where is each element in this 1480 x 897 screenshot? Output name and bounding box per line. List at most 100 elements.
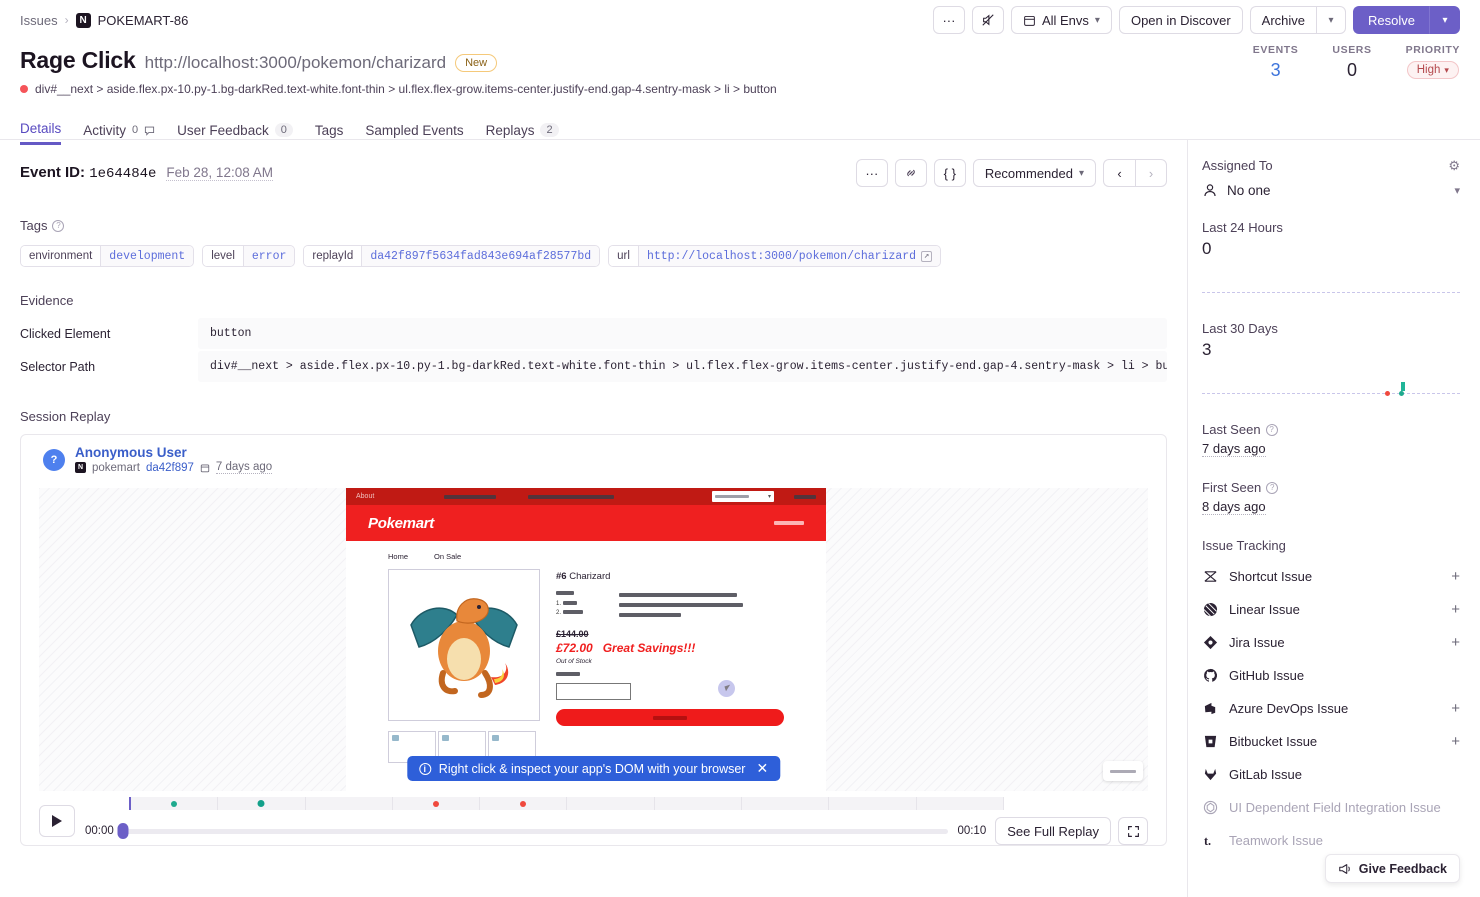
add-icon[interactable]: + [1451, 568, 1460, 585]
next-event-button[interactable]: › [1135, 159, 1167, 187]
stat-value[interactable]: 3 [1253, 60, 1299, 81]
copy-link-button[interactable] [895, 159, 927, 187]
add-icon[interactable]: + [1451, 733, 1460, 750]
tab-replays[interactable]: Replays 2 [486, 115, 559, 145]
assignee-selector[interactable]: No one ▾ [1202, 182, 1460, 198]
issue-tracking-item-bitbucket[interactable]: Bitbucket Issue + [1202, 725, 1460, 758]
see-full-replay-button[interactable]: See Full Replay [995, 817, 1111, 845]
fullscreen-button[interactable] [1118, 817, 1148, 845]
breadcrumb-issue-key[interactable]: POKEMART-86 [98, 13, 189, 28]
json-button[interactable]: { } [934, 159, 966, 187]
issue-tracking-item-shortcut[interactable]: Shortcut Issue + [1202, 560, 1460, 593]
tag-pill[interactable]: environment development [20, 245, 194, 267]
issue-tracking-label: Azure DevOps Issue [1229, 701, 1348, 716]
play-button[interactable] [39, 805, 75, 837]
more-actions-button[interactable]: ··· [933, 6, 965, 34]
project-badge-icon: N [75, 462, 86, 473]
breadcrumb-cell[interactable] [480, 797, 567, 810]
tag-pill[interactable]: replayId da42f897f5634fad843e694af28577b… [303, 245, 600, 267]
breadcrumb-cell[interactable] [655, 797, 742, 810]
breadcrumb-cell[interactable] [742, 797, 829, 810]
breadcrumb-cell[interactable] [567, 797, 654, 810]
replay-id-short[interactable]: da42f897 [146, 462, 194, 474]
mock-price-value: £72.00 [556, 641, 593, 655]
tab-sampled-events[interactable]: Sampled Events [365, 115, 463, 145]
scrubber-handle[interactable] [117, 823, 128, 839]
tag-key: replayId [304, 246, 362, 266]
open-in-discover-button[interactable]: Open in Discover [1119, 6, 1243, 34]
mock-buy-button[interactable] [556, 709, 784, 726]
issue-tracking-item-gitlab[interactable]: GitLab Issue [1202, 758, 1460, 791]
resolve-dropdown-button[interactable]: ▾ [1430, 6, 1460, 34]
event-more-button[interactable]: ··· [856, 159, 888, 187]
event-id-label: Event ID: 1e64484e [20, 164, 156, 182]
add-icon[interactable]: + [1451, 700, 1460, 717]
tab-user-feedback[interactable]: User Feedback 0 [177, 115, 293, 145]
assigned-to-title: Assigned To ⚙ [1202, 158, 1460, 173]
mock-quantity-input[interactable] [556, 683, 631, 700]
issue-tracking-item-github[interactable]: GitHub Issue [1202, 659, 1460, 692]
add-icon[interactable]: + [1451, 634, 1460, 651]
replay-overlay-button[interactable] [1103, 761, 1143, 781]
comment-icon [144, 125, 155, 136]
help-icon[interactable]: ? [52, 220, 64, 232]
gear-icon[interactable]: ⚙ [1448, 158, 1460, 174]
issue-tracking-label: Jira Issue [1229, 635, 1285, 650]
event-sort-selector[interactable]: Recommended ▾ [973, 159, 1096, 187]
breadcrumb-cell[interactable] [917, 797, 1004, 810]
help-icon[interactable]: ? [1266, 424, 1278, 436]
tab-details[interactable]: Details [20, 115, 61, 145]
time-total: 00:10 [957, 825, 986, 837]
issue-tracking-title: Issue Tracking [1202, 538, 1460, 553]
tag-value-wrap: http://localhost:3000/pokemon/charizard … [639, 246, 940, 266]
mock-product-desc: 1. 2. [556, 591, 784, 617]
mock-desc-left: 1. 2. [556, 591, 583, 617]
external-link-icon[interactable]: ↗ [921, 251, 932, 262]
tag-value: da42f897f5634fad843e694af28577bd [362, 246, 599, 266]
tag-pill[interactable]: level error [202, 245, 295, 267]
archive-dropdown-button[interactable]: ▾ [1316, 6, 1346, 34]
issue-tracking-item-linear[interactable]: Linear Issue + [1202, 593, 1460, 626]
last-seen-value: 7 days ago [1202, 441, 1266, 457]
calendar-icon [200, 463, 210, 473]
first-seen-block: First Seen ? 8 days ago [1202, 480, 1460, 516]
environment-selector[interactable]: All Envs ▾ [1011, 6, 1112, 34]
masked-text [563, 601, 577, 605]
evidence-key: Clicked Element [20, 318, 198, 349]
close-icon[interactable]: ✕ [756, 760, 768, 777]
archive-button[interactable]: Archive [1250, 6, 1316, 34]
issue-tracking-label: Bitbucket Issue [1229, 734, 1317, 749]
thumb-image-icon [492, 735, 499, 741]
tag-pill-url[interactable]: url http://localhost:3000/pokemon/chariz… [608, 245, 941, 267]
avatar: ? [43, 449, 65, 471]
issue-tracking-item-jira[interactable]: Jira Issue + [1202, 626, 1460, 659]
scrubber-track[interactable] [123, 829, 949, 834]
error-level-dot-icon [20, 85, 28, 93]
resolve-button[interactable]: Resolve [1353, 6, 1430, 34]
breadcrumb-cell[interactable] [306, 797, 393, 810]
add-icon[interactable]: + [1451, 601, 1460, 618]
give-feedback-button[interactable]: Give Feedback [1325, 854, 1460, 883]
previous-event-button[interactable]: ‹ [1103, 159, 1135, 187]
replay-user-name[interactable]: Anonymous User [75, 445, 272, 460]
breadcrumb-issues-link[interactable]: Issues [20, 13, 58, 28]
replay-stage[interactable]: About ▾ Pokemart [39, 488, 1148, 791]
breadcrumb-cell[interactable] [131, 797, 218, 810]
environment-label: All Envs [1042, 13, 1089, 28]
tab-activity[interactable]: Activity 0 [83, 115, 155, 145]
masked-text [1110, 770, 1136, 773]
priority-badge[interactable]: High ▾ [1407, 61, 1459, 79]
tab-tags[interactable]: Tags [315, 115, 344, 145]
help-icon[interactable]: ? [1266, 482, 1278, 494]
mock-nav-home: Home [388, 552, 408, 561]
breadcrumb-cell[interactable] [829, 797, 916, 810]
breadcrumb-cell[interactable] [393, 797, 480, 810]
last-30-days-block: Last 30 Days 3 [1202, 321, 1460, 400]
breadcrumb-track[interactable] [129, 797, 1004, 810]
breadcrumb-cell[interactable] [218, 797, 305, 810]
mock-desc-right [619, 591, 743, 617]
chevron-down-icon: ▾ [1444, 65, 1449, 76]
evidence-key: Selector Path [20, 351, 198, 382]
mute-button[interactable] [972, 6, 1004, 34]
issue-tracking-item-azure[interactable]: Azure DevOps Issue + [1202, 692, 1460, 725]
